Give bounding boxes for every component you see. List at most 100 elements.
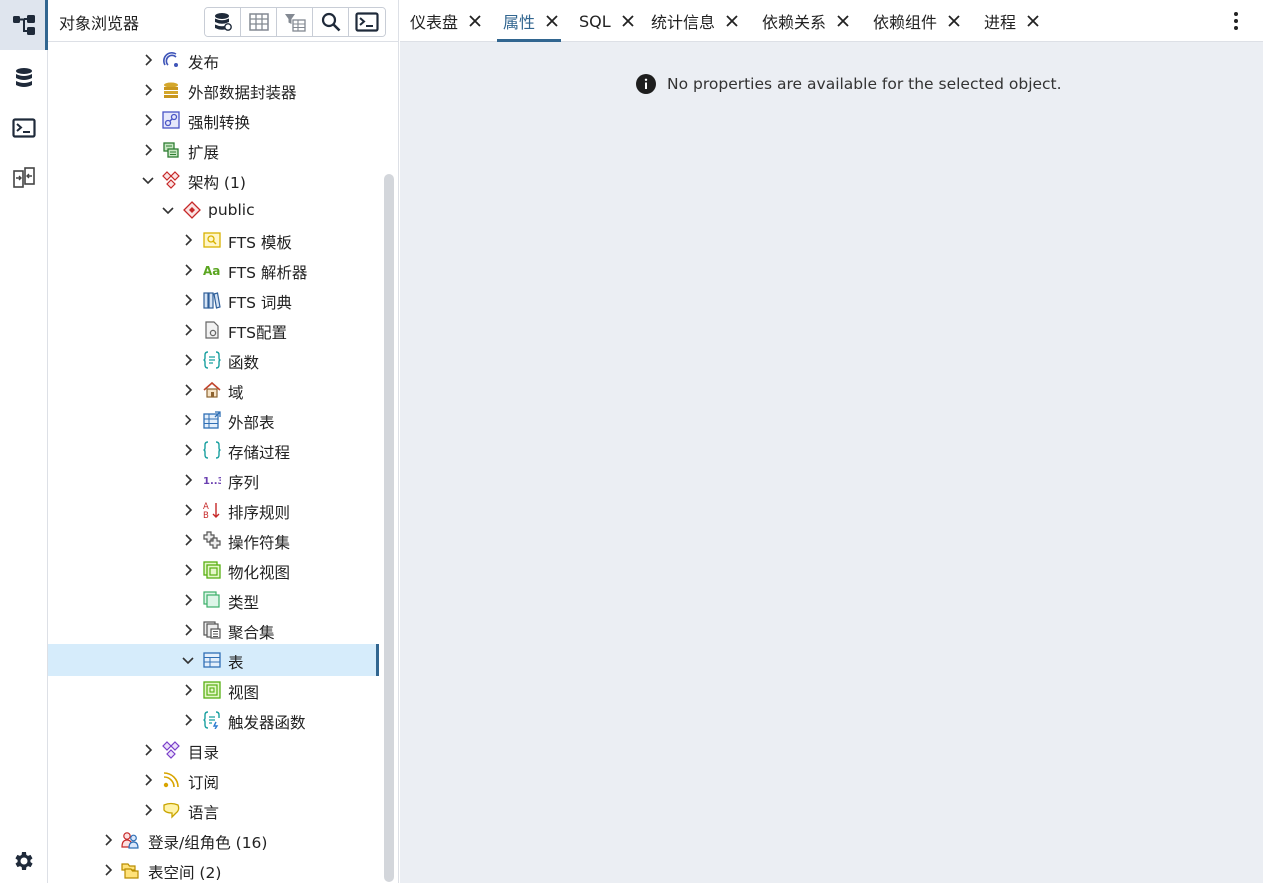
tree-node-label: 订阅 [188, 774, 220, 792]
more-options-icon[interactable] [1226, 10, 1246, 32]
filtered-rows-button[interactable] [277, 8, 313, 36]
close-icon[interactable] [725, 14, 739, 28]
chevron-right-icon[interactable] [141, 53, 155, 67]
tree-node-domains[interactable]: 域 [48, 375, 379, 405]
tree-node-label: 序列 [228, 474, 260, 492]
chevron-right-icon[interactable] [181, 683, 195, 697]
view-icon [203, 681, 221, 699]
tree-node-public[interactable]: public [48, 195, 379, 225]
close-icon[interactable] [545, 14, 559, 28]
chevron-right-icon[interactable] [181, 443, 195, 457]
tree-node-label: FTS配置 [228, 324, 287, 342]
tree-node-languages[interactable]: 语言 [48, 795, 379, 825]
chevron-right-icon[interactable] [141, 743, 155, 757]
chevron-right-icon[interactable] [181, 713, 195, 727]
tree-node-collations[interactable]: AB 排序规则 [48, 495, 379, 525]
chevron-right-icon[interactable] [141, 143, 155, 157]
tree-node-materialized-views[interactable]: 物化视图 [48, 555, 379, 585]
close-icon[interactable] [468, 14, 482, 28]
chevron-right-icon[interactable] [181, 413, 195, 427]
tree-node-subscriptions[interactable]: 订阅 [48, 765, 379, 795]
tab-properties[interactable]: 属性 [496, 0, 562, 42]
tree-node-label: 表空间 (2) [148, 864, 222, 882]
materialized-view-icon [203, 561, 221, 579]
tree-node-login-group-roles[interactable]: 登录/组角色 (16) [48, 825, 379, 855]
schema-icon [183, 201, 201, 219]
tree-node-extensions[interactable]: 扩展 [48, 135, 379, 165]
chevron-down-icon[interactable] [161, 203, 175, 217]
close-icon[interactable] [1026, 14, 1040, 28]
chevron-right-icon[interactable] [141, 113, 155, 127]
tab-statistics[interactable]: 统计信息 [651, 0, 739, 42]
tree-node-label: 函数 [228, 354, 260, 372]
chevron-right-icon[interactable] [101, 863, 115, 877]
database-button[interactable] [0, 53, 48, 103]
close-icon[interactable] [836, 14, 850, 28]
chevron-right-icon[interactable] [181, 233, 195, 247]
close-icon[interactable] [947, 14, 961, 28]
tree-node-aggregates[interactable]: 聚合集 [48, 615, 379, 645]
tree-node-functions[interactable]: 函数 [48, 345, 379, 375]
chevron-right-icon[interactable] [181, 263, 195, 277]
tree-node-label: 域 [228, 384, 244, 402]
tree-node-operators[interactable]: 操作符集 [48, 525, 379, 555]
tree-node-fts-configurations[interactable]: FTS配置 [48, 315, 379, 345]
tree-node-sequences[interactable]: 1..3 序列 [48, 465, 379, 495]
tree-node-schemas[interactable]: 架构 (1) [48, 165, 379, 195]
tree-node-fts-dictionaries[interactable]: FTS 词典 [48, 285, 379, 315]
chevron-right-icon[interactable] [181, 533, 195, 547]
tab-dependencies[interactable]: 依赖关系 [762, 0, 850, 42]
tree-node-views[interactable]: 视图 [48, 675, 379, 705]
tab-label: 依赖关系 [762, 13, 827, 32]
close-icon[interactable] [621, 14, 635, 28]
chevron-right-icon[interactable] [101, 833, 115, 847]
tree-node-fts-parsers[interactable]: Aa FTS 解析器 [48, 255, 379, 285]
tree-node-tablespaces[interactable]: 表空间 (2) [48, 855, 379, 883]
chevron-right-icon[interactable] [181, 473, 195, 487]
chevron-right-icon[interactable] [141, 803, 155, 817]
psql-button[interactable] [0, 103, 48, 153]
chevron-right-icon[interactable] [181, 383, 195, 397]
psql-tool-button[interactable] [349, 8, 385, 36]
tree-node-label: 发布 [188, 54, 220, 72]
tab-label: 依赖组件 [873, 13, 938, 32]
info-icon [636, 74, 656, 94]
object-browser-header: 对象浏览器 [48, 0, 399, 42]
object-tree-scrollbar-thumb[interactable] [384, 174, 394, 882]
tab-sql[interactable]: SQL [579, 0, 635, 42]
tab-dependents[interactable]: 依赖组件 [873, 0, 961, 42]
tree-node-types[interactable]: 类型 [48, 585, 379, 615]
chevron-right-icon[interactable] [181, 503, 195, 517]
schema-diff-button[interactable] [0, 153, 48, 203]
tree-node-foreign-tables[interactable]: 外部表 [48, 405, 379, 435]
chevron-right-icon[interactable] [181, 623, 195, 637]
object-explorer-button[interactable] [0, 0, 48, 50]
tab-processes[interactable]: 进程 [984, 0, 1040, 42]
tree-node-casts[interactable]: 强制转换 [48, 105, 379, 135]
tree-node-fts-templates[interactable]: FTS 模板 [48, 225, 379, 255]
tree-node-trigger-functions[interactable]: 触发器函数 [48, 705, 379, 735]
tab-dashboard[interactable]: 仪表盘 [410, 0, 482, 42]
tree-node-foreign-data-wrappers[interactable]: 外部数据封装器 [48, 75, 379, 105]
chevron-right-icon[interactable] [141, 773, 155, 787]
tree-node-tables[interactable]: 表 [48, 644, 379, 676]
fts-dictionary-icon [203, 292, 221, 309]
view-data-button[interactable] [241, 8, 277, 36]
tree-node-catalogs[interactable]: 目录 [48, 735, 379, 765]
chevron-right-icon[interactable] [141, 83, 155, 97]
chevron-right-icon[interactable] [181, 593, 195, 607]
chevron-right-icon[interactable] [181, 353, 195, 367]
chevron-right-icon[interactable] [181, 293, 195, 307]
chevron-down-icon[interactable] [141, 173, 155, 187]
chevron-right-icon[interactable] [181, 323, 195, 337]
query-tool-button[interactable] [205, 8, 241, 36]
chevron-right-icon[interactable] [181, 563, 195, 577]
domain-icon [203, 381, 221, 398]
search-objects-button[interactable] [313, 8, 349, 36]
tree-node-publications[interactable]: 发布 [48, 45, 379, 75]
foreign-table-icon [203, 411, 221, 429]
settings-button[interactable] [0, 836, 48, 883]
tree-node-procedures[interactable]: 存储过程 [48, 435, 379, 465]
tree-node-label: 存储过程 [228, 444, 291, 462]
chevron-down-icon[interactable] [181, 653, 195, 667]
